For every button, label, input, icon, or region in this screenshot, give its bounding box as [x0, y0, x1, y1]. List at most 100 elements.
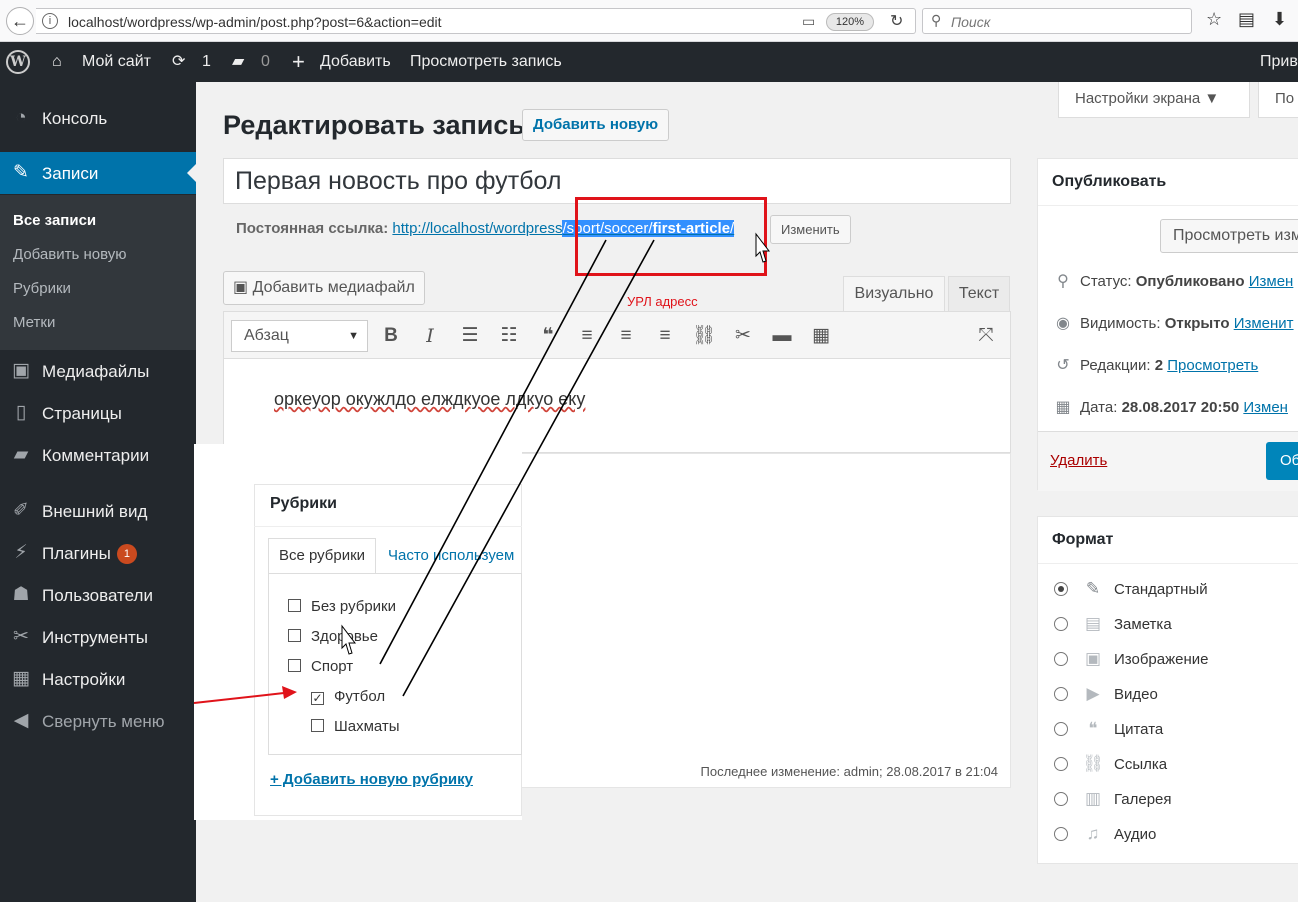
add-media-button[interactable]: ▣ Добавить медиафайл [223, 271, 425, 305]
menu-media[interactable]: ▣ Медиафайлы [0, 350, 196, 392]
unlink-icon[interactable]: ✂ [729, 322, 757, 350]
menu-plugins[interactable]: ⚡ Плагины 1 [0, 532, 196, 574]
screen-options-tab[interactable]: Настройки экрана ▼ [1058, 82, 1250, 118]
comments-count[interactable]: 0 [261, 42, 270, 82]
help-tab[interactable]: По [1258, 82, 1298, 118]
bold-icon[interactable]: B [377, 322, 405, 350]
category-item[interactable]: Без рубрики [288, 598, 396, 615]
video-icon: ▶ [1086, 684, 1100, 703]
checkbox-checked[interactable]: ✓ [311, 692, 324, 705]
download-icon[interactable]: ⬇ [1272, 9, 1287, 30]
toolbar-toggle-icon[interactable]: ▦ [807, 322, 835, 350]
add-new-link[interactable]: Добавить [320, 42, 391, 82]
tab-text[interactable]: Текст [948, 276, 1010, 311]
menu-users[interactable]: ☗ Пользователи [0, 574, 196, 616]
bullet-list-icon[interactable]: ☰ [456, 322, 484, 350]
category-item[interactable]: Шахматы [311, 718, 400, 735]
menu-posts[interactable]: ✎ Записи [0, 152, 196, 194]
editor-text[interactable]: оркеуор окужлдо елждкуое лдкуо еку [274, 389, 585, 410]
add-category-link[interactable]: + Добавить новую рубрику [270, 771, 473, 788]
align-right-icon[interactable]: ≡ [651, 322, 679, 350]
add-new-post-button[interactable]: Добавить новую [522, 109, 670, 141]
submenu-categories[interactable]: Рубрики [13, 280, 71, 297]
radio-button[interactable] [1054, 827, 1068, 841]
format-standard[interactable]: ✎ Стандартный [1054, 579, 1208, 599]
edit-slug-button[interactable]: Изменить [770, 215, 851, 244]
plus-icon[interactable]: + [292, 42, 305, 82]
edit-date-link[interactable]: Измен [1243, 399, 1288, 416]
checkbox[interactable] [288, 629, 301, 642]
format-video[interactable]: ▶ Видео [1054, 684, 1158, 704]
tab-all-categories[interactable]: Все рубрики [268, 538, 376, 574]
comments-icon[interactable]: ▰ [232, 42, 244, 82]
home-icon[interactable]: ⌂ [52, 42, 62, 82]
blockquote-icon[interactable]: ❝ [534, 322, 562, 350]
radio-button[interactable] [1054, 757, 1068, 771]
menu-appearance[interactable]: ✐ Внешний вид [0, 490, 196, 532]
submenu-add-new[interactable]: Добавить новую [13, 246, 126, 263]
format-gallery[interactable]: ▥ Галерея [1054, 789, 1172, 809]
radio-button[interactable] [1054, 652, 1068, 666]
radio-button[interactable] [1054, 722, 1068, 736]
format-aside[interactable]: ▤ Заметка [1054, 614, 1172, 634]
address-bar[interactable]: i localhost/wordpress/wp-admin/post.php?… [36, 8, 916, 34]
fullscreen-icon[interactable]: ⤧ [972, 322, 1000, 350]
submenu-tags[interactable]: Метки [13, 314, 55, 331]
url-text[interactable]: localhost/wordpress/wp-admin/post.php?po… [68, 14, 442, 30]
checkbox[interactable] [288, 659, 301, 672]
history-icon: ↺ [1056, 357, 1070, 374]
editor-content-area[interactable]: оркеуор окужлдо елждкуое лдкуо еку [223, 359, 1011, 453]
align-center-icon[interactable]: ≡ [612, 322, 640, 350]
site-name-link[interactable]: Мой сайт [82, 42, 151, 82]
format-audio[interactable]: ♫ Аудио [1054, 824, 1156, 844]
menu-comments[interactable]: ▰ Комментарии [0, 434, 196, 476]
checkbox[interactable] [288, 599, 301, 612]
format-link[interactable]: ⛓ Ссылка [1054, 754, 1167, 774]
search-input[interactable]: ⚲ Поиск [922, 8, 1192, 34]
radio-button[interactable] [1054, 582, 1068, 596]
date-label: Дата: [1080, 399, 1118, 416]
menu-tools[interactable]: ✂ Инструменты [0, 616, 196, 658]
menu-collapse[interactable]: ◀ Свернуть меню [0, 700, 196, 742]
format-select[interactable]: Абзац ▼ [231, 320, 368, 352]
italic-icon[interactable]: I [416, 322, 444, 350]
link-icon[interactable]: ⛓ [690, 322, 718, 350]
info-icon[interactable]: i [42, 13, 58, 29]
menu-pages[interactable]: ▯ Страницы [0, 392, 196, 434]
view-post-link[interactable]: Просмотреть запись [410, 42, 562, 82]
library-icon[interactable]: ▤ [1238, 9, 1255, 30]
radio-button[interactable] [1054, 687, 1068, 701]
updates-count[interactable]: 1 [202, 42, 211, 82]
tab-visual[interactable]: Визуально [843, 276, 945, 311]
numbered-list-icon[interactable]: ☷ [495, 322, 523, 350]
format-quote[interactable]: ❝ Цитата [1054, 719, 1163, 739]
account-greeting[interactable]: Прив [1260, 42, 1298, 82]
zoom-level[interactable]: 120% [826, 13, 874, 31]
browse-revisions-link[interactable]: Просмотреть [1167, 357, 1258, 374]
menu-dashboard[interactable]: ◔ Консоль [0, 97, 196, 139]
category-item[interactable]: Здоровье [288, 628, 378, 645]
update-button[interactable]: Об [1266, 442, 1298, 480]
wordpress-logo-icon[interactable]: W [6, 50, 30, 74]
align-left-icon[interactable]: ≡ [573, 322, 601, 350]
pin-icon: ✎ [13, 162, 29, 183]
menu-settings[interactable]: ▦ Настройки [0, 658, 196, 700]
edit-visibility-link[interactable]: Изменит [1234, 315, 1294, 332]
delete-link[interactable]: Удалить [1050, 452, 1107, 469]
read-more-icon[interactable]: ▬ [768, 322, 796, 350]
back-arrow-icon[interactable]: ← [6, 7, 34, 35]
reload-icon[interactable]: ↻ [890, 11, 903, 31]
category-item[interactable]: Спорт [288, 658, 353, 675]
radio-button[interactable] [1054, 792, 1068, 806]
checkbox[interactable] [311, 719, 324, 732]
preview-changes-button[interactable]: Просмотреть изм [1160, 219, 1298, 253]
updates-icon[interactable]: ⟳ [172, 42, 185, 82]
radio-button[interactable] [1054, 617, 1068, 631]
reader-view-icon[interactable]: ▭ [802, 13, 815, 30]
category-item[interactable]: ✓ Футбол [311, 688, 385, 705]
edit-status-link[interactable]: Измен [1249, 273, 1294, 290]
tab-popular-categories[interactable]: Часто используем [388, 547, 514, 564]
format-image[interactable]: ▣ Изображение [1054, 649, 1209, 669]
submenu-all-posts[interactable]: Все записи [13, 212, 96, 229]
bookmark-star-icon[interactable]: ☆ [1206, 9, 1222, 30]
